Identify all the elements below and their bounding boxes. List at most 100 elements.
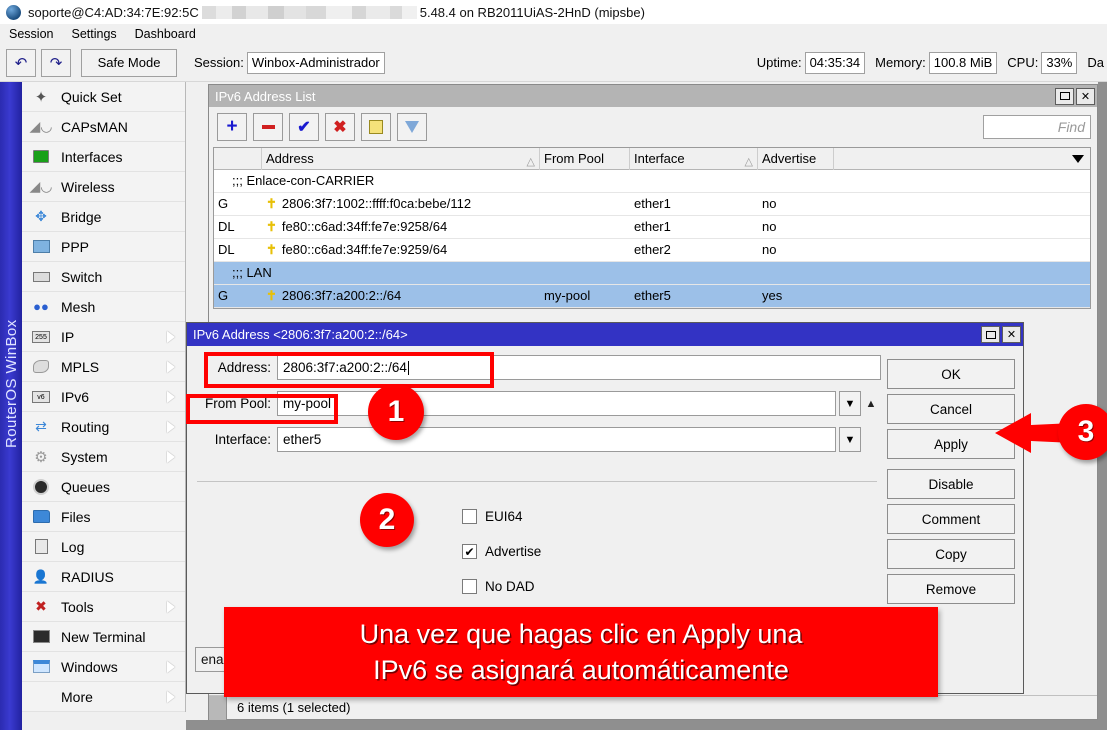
chevron-right-icon [167,451,175,463]
column-header-advertise[interactable]: Advertise [758,148,834,170]
session-label: Session: [194,55,244,70]
dialog-button-column: OK Cancel Apply Disable Comment Copy Rem… [887,359,1015,609]
redo-icon[interactable]: ↷ [41,49,71,77]
winbox-left-rail: RouterOS WinBox [0,82,22,730]
sidebar-item-ppp[interactable]: PPP [22,232,185,262]
advertise-checkbox[interactable]: ✔ [462,544,477,559]
safe-mode-button[interactable]: Safe Mode [81,49,177,77]
comment-icon[interactable] [361,113,391,141]
sidebar-item-label: Interfaces [61,149,122,165]
row-advertise: no [758,216,834,239]
menu-settings[interactable]: Settings [62,27,125,41]
text-caret [408,361,409,375]
from-pool-input[interactable]: my-pool [277,391,836,416]
desktop-bottom-edge [186,720,1107,730]
interface-input[interactable]: ether5 [277,427,836,452]
table-row[interactable]: DLfe80::c6ad:34ff:fe7e:9259/64ether2no [214,239,1090,262]
callout-line-1: Una vez que hagas clic en Apply una [360,616,803,652]
close-icon[interactable]: ✕ [1076,88,1095,105]
address-input[interactable]: 2806:3f7:a200:2::/64 [277,355,881,380]
sidebar-item-switch[interactable]: Switch [22,262,185,292]
find-input[interactable]: Find [983,115,1091,139]
list-window-titlebar: IPv6 Address List ✕ [209,85,1097,107]
advertise-label: Advertise [485,544,541,559]
no-dad-label: No DAD [485,579,535,594]
sidebar-item-routing[interactable]: ⇄Routing [22,412,185,442]
column-header-flags[interactable] [214,148,262,170]
checkbox-no-dad[interactable]: No DAD [462,579,535,594]
table-row[interactable]: ;;; LAN [214,262,1090,285]
sidebar-item-bridge[interactable]: ✥Bridge [22,202,185,232]
sidebar-item-quick-set[interactable]: ✦Quick Set [22,82,185,112]
sidebar-item-label: Switch [61,269,102,285]
sidebar-item-log[interactable]: Log [22,532,185,562]
column-header-interface[interactable]: Interface △ [630,148,758,170]
from-pool-dropdown-icon[interactable]: ▼ [839,391,861,416]
sort-indicator-icon: △ [527,152,535,173]
add-icon[interactable]: + [217,113,247,141]
sidebar-item-system[interactable]: ⚙System [22,442,185,472]
disable-icon[interactable]: ✖ [325,113,355,141]
date-label: Da [1087,55,1104,70]
no-dad-checkbox[interactable] [462,579,477,594]
sidebar-item-windows[interactable]: Windows [22,652,185,682]
row-flags: G [214,193,262,216]
sidebar-item-label: Files [61,509,91,525]
checkbox-advertise[interactable]: ✔ Advertise [462,544,541,559]
interface-dropdown-icon[interactable]: ▼ [839,427,861,452]
sidebar-item-new-terminal[interactable]: New Terminal [22,622,185,652]
comment-button[interactable]: Comment [887,504,1015,534]
checkbox-eui64[interactable]: EUI64 [462,509,523,524]
remove-icon[interactable] [253,113,283,141]
filter-icon[interactable] [397,113,427,141]
column-header-address[interactable]: Address △ [262,148,540,170]
sidebar-item-interfaces[interactable]: Interfaces [22,142,185,172]
from-pool-up-icon[interactable]: ▲ [861,398,881,410]
row-address: 2806:3f7:a200:2::/64 [262,285,540,308]
sidebar-item-label: Quick Set [61,89,122,105]
copy-button[interactable]: Copy [887,539,1015,569]
sidebar-item-tools[interactable]: ✖Tools [22,592,185,622]
sidebar-item-label: Bridge [61,209,101,225]
dialog-restore-icon[interactable] [981,326,1000,343]
address-label: Address: [197,360,271,375]
toolbar-status-group: Uptime: 04:35:34 Memory: 100.8 MiB CPU: … [747,52,1107,74]
sidebar-item-queues[interactable]: Queues [22,472,185,502]
sidebar-item-radius[interactable]: 👤RADIUS [22,562,185,592]
from-pool-value: my-pool [283,396,331,411]
restore-icon[interactable] [1055,88,1074,105]
undo-icon[interactable]: ↶ [6,49,36,77]
enable-icon[interactable]: ✔ [289,113,319,141]
sidebar-item-capsman[interactable]: ◢◡CAPsMAN [22,112,185,142]
table-row[interactable]: ;;; Enlace-con-CARRIER [214,170,1090,193]
disable-button[interactable]: Disable [887,469,1015,499]
sidebar-item-ipv6[interactable]: v6IPv6 [22,382,185,412]
table-row[interactable]: G2806:3f7:1002::ffff:f0ca:bebe/112ether1… [214,193,1090,216]
sidebar-item-ip[interactable]: 255IP [22,322,185,352]
column-header-address-label: Address [266,151,314,166]
dialog-close-icon[interactable]: ✕ [1002,326,1021,343]
sidebar-item-wireless[interactable]: ◢◡Wireless [22,172,185,202]
desktop-right-edge [1098,82,1107,730]
sidebar-item-mpls[interactable]: MPLS [22,352,185,382]
row-comment: ;;; LAN [214,262,1090,285]
sidebar-item-label: IP [61,329,74,345]
app-titlebar: soporte@C4:AD:34:7E:92:5C5.48.4 on RB201… [0,0,1107,24]
sidebar-item-more[interactable]: More [22,682,185,712]
row-address: fe80::c6ad:34ff:fe7e:9259/64 [262,239,540,262]
ok-button[interactable]: OK [887,359,1015,389]
sidebar-item-files[interactable]: Files [22,502,185,532]
remove-button[interactable]: Remove [887,574,1015,604]
memory-value: 100.8 MiB [929,52,998,74]
menu-dashboard[interactable]: Dashboard [126,27,205,41]
table-row[interactable]: DLfe80::c6ad:34ff:fe7e:9258/64ether1no [214,216,1090,239]
callout-line-2: IPv6 se asignará automáticamente [373,652,789,688]
column-header-menu[interactable] [834,148,1090,170]
eui64-checkbox[interactable] [462,509,477,524]
chevron-right-icon [167,331,175,343]
session-value[interactable]: Winbox-Administrador [247,52,385,74]
column-header-from-pool[interactable]: From Pool [540,148,630,170]
menu-session[interactable]: Session [0,27,62,41]
table-row[interactable]: G2806:3f7:a200:2::/64my-poolether5yes [214,285,1090,308]
sidebar-item-mesh[interactable]: ●●Mesh [22,292,185,322]
